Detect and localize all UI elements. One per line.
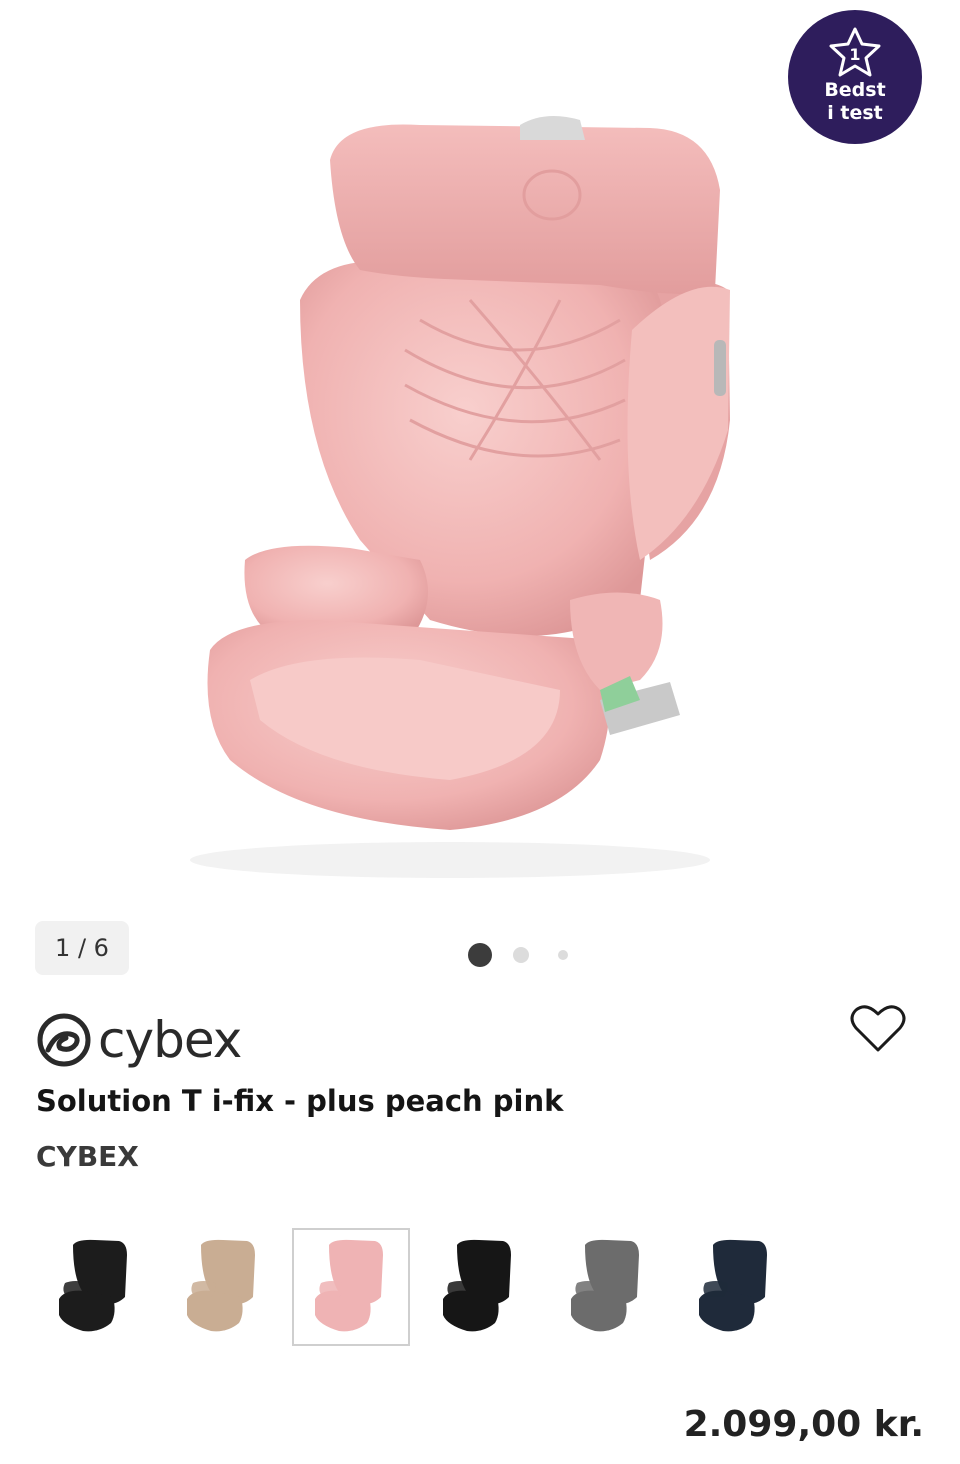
carousel-dot-2[interactable] — [513, 947, 529, 963]
product-brand[interactable]: CYBEX — [36, 1140, 139, 1173]
seat-thumbnail-icon — [443, 1239, 511, 1332]
heart-icon — [850, 1005, 906, 1052]
badge-line-1: Bedst — [824, 79, 886, 101]
image-counter: 1 / 6 — [35, 921, 129, 975]
carousel-dot-3[interactable] — [558, 950, 568, 960]
variant-swatch-grey[interactable] — [548, 1228, 666, 1346]
product-price: 2.099,00 kr. — [683, 1404, 924, 1445]
variant-swatch-peach-pink[interactable] — [292, 1228, 410, 1346]
variant-swatch-navy[interactable] — [676, 1228, 794, 1346]
carousel-dot-1[interactable] — [468, 943, 492, 967]
seat-thumbnail-icon — [59, 1239, 127, 1332]
variant-swatch-black-green[interactable] — [420, 1228, 538, 1346]
star-icon: 1 — [829, 27, 881, 77]
seat-thumbnail-icon — [699, 1239, 767, 1332]
favorite-button[interactable] — [848, 1000, 908, 1056]
seat-thumbnail-icon — [571, 1239, 639, 1332]
logo-wordmark: cybex — [98, 1011, 242, 1069]
product-title: Solution T i-fix - plus peach pink — [36, 1084, 564, 1118]
svg-text:1: 1 — [849, 45, 860, 64]
variant-swatch-beige[interactable] — [164, 1228, 282, 1346]
brand-logo[interactable]: cybex — [36, 1010, 242, 1070]
product-image[interactable] — [0, 0, 960, 900]
seat-thumbnail-icon — [315, 1239, 383, 1332]
best-in-test-badge: 1 Bedst i test — [788, 10, 922, 144]
seat-thumbnail-icon — [187, 1239, 255, 1332]
cybex-logo-icon — [37, 1013, 91, 1067]
badge-line-2: i test — [827, 102, 883, 124]
carousel-dots — [460, 940, 580, 970]
variant-swatch-black[interactable] — [36, 1228, 154, 1346]
